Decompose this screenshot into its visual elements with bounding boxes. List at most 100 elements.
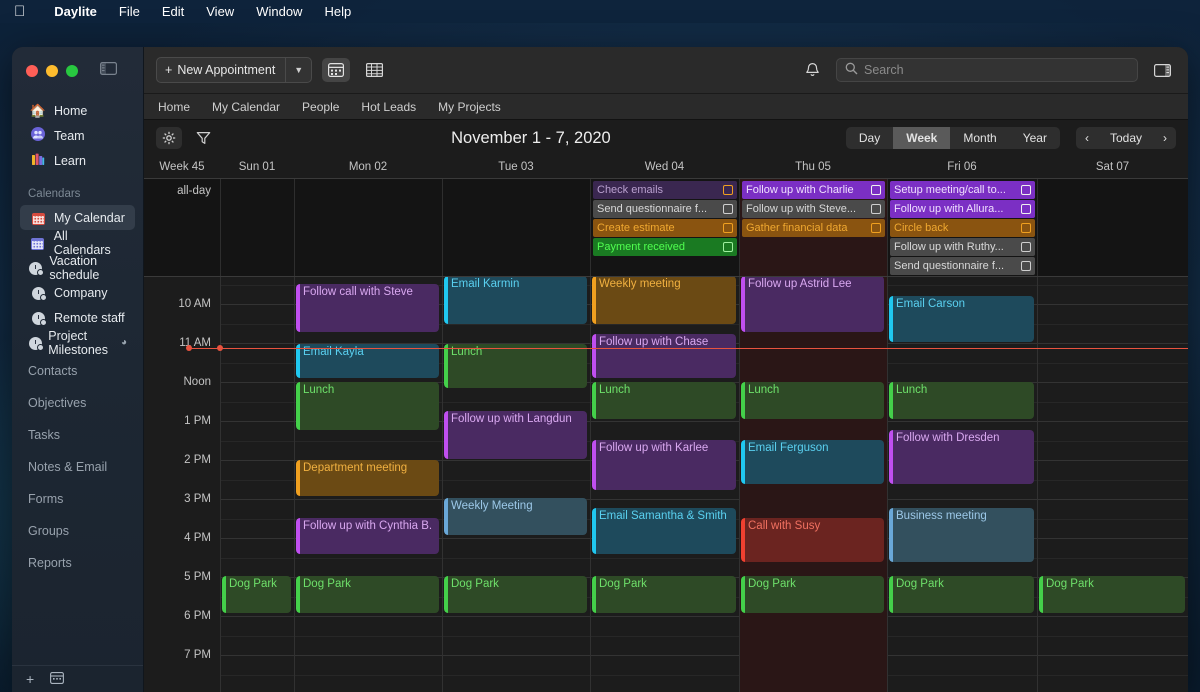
- event-checkbox[interactable]: [1021, 185, 1031, 195]
- calendar-event[interactable]: Call with Susy: [741, 518, 884, 562]
- all-day-event[interactable]: Create estimate: [593, 219, 737, 237]
- all-day-event[interactable]: Send questionnaire f...: [593, 200, 737, 218]
- day-column-sat-07[interactable]: [1037, 277, 1188, 692]
- event-checkbox[interactable]: [723, 242, 733, 252]
- all-day-column-sat-07[interactable]: [1037, 179, 1188, 276]
- calendar-event[interactable]: Email Karmin: [444, 277, 587, 324]
- sidebar-item-my-calendar[interactable]: My Calendar: [20, 205, 135, 230]
- sidebar-item-forms[interactable]: Forms: [12, 483, 143, 515]
- sidebar-item-project-milestones[interactable]: Project Milestones ◕: [20, 329, 135, 357]
- chevron-left-icon[interactable]: ‹: [1076, 127, 1098, 149]
- day-column-sun-01[interactable]: [220, 277, 294, 692]
- sidebar-item-company[interactable]: Company: [20, 280, 135, 305]
- filter-icon[interactable]: [190, 127, 216, 149]
- gear-icon[interactable]: [156, 127, 182, 149]
- today-button[interactable]: Today: [1098, 127, 1154, 149]
- event-checkbox[interactable]: [723, 204, 733, 214]
- calendar-event[interactable]: Follow up with Cynthia B.: [296, 518, 439, 554]
- tab-people[interactable]: People: [291, 100, 350, 114]
- calendar-event[interactable]: Department meeting: [296, 460, 439, 496]
- calendar-event[interactable]: Dog Park: [889, 576, 1034, 613]
- maximize-button[interactable]: [66, 64, 78, 77]
- calendar-event[interactable]: Lunch: [296, 382, 439, 430]
- grid-view-icon[interactable]: [360, 58, 388, 82]
- sidebar-item-tasks[interactable]: Tasks: [12, 419, 143, 451]
- new-appointment-button[interactable]: + New Appointment ▼: [156, 57, 313, 83]
- chevron-right-icon[interactable]: ›: [1154, 127, 1176, 149]
- event-checkbox[interactable]: [1021, 242, 1031, 252]
- all-day-event[interactable]: Follow up with Steve...: [742, 200, 885, 218]
- calendar-event[interactable]: Dog Park: [444, 576, 587, 613]
- calendar-event[interactable]: Weekly meeting: [592, 277, 736, 324]
- tab-home[interactable]: Home: [158, 100, 201, 114]
- all-day-column-fri-06[interactable]: Setup meeting/call to... Follow up with A…: [887, 179, 1037, 276]
- all-day-event[interactable]: Payment received: [593, 238, 737, 256]
- view-week[interactable]: Week: [893, 127, 951, 149]
- tab-my-calendar[interactable]: My Calendar: [201, 100, 291, 114]
- calendar-event[interactable]: Follow up with Karlee: [592, 440, 736, 490]
- all-day-column-sun-01[interactable]: [220, 179, 294, 276]
- menu-item-edit[interactable]: Edit: [151, 4, 195, 19]
- calendar-event[interactable]: Lunch: [741, 382, 884, 419]
- search-input[interactable]: [864, 63, 1129, 77]
- event-checkbox[interactable]: [1021, 204, 1031, 214]
- apple-logo-icon[interactable]: : [14, 4, 25, 19]
- calendar-event[interactable]: Email Ferguson: [741, 440, 884, 484]
- calendar-event[interactable]: Weekly Meeting: [444, 498, 587, 535]
- sidebar-item-remote-staff[interactable]: Remote staff: [20, 305, 135, 330]
- all-day-event[interactable]: Follow up with Charlie: [742, 181, 885, 199]
- event-checkbox[interactable]: [871, 185, 881, 195]
- all-day-event[interactable]: Check emails: [593, 181, 737, 199]
- sidebar-toggle-icon[interactable]: [100, 61, 118, 80]
- event-checkbox[interactable]: [1021, 261, 1031, 271]
- sidebar-item-vacation-schedule[interactable]: Vacation schedule: [20, 254, 135, 282]
- menu-item-file[interactable]: File: [108, 4, 151, 19]
- sidebar-item-home[interactable]: 🏠 Home: [20, 98, 135, 123]
- sidebar-item-notes-email[interactable]: Notes & Email: [12, 451, 143, 483]
- sidebar-item-team[interactable]: Team: [20, 123, 135, 148]
- day-column-thu-05[interactable]: [739, 277, 887, 692]
- all-day-event[interactable]: Circle back: [890, 219, 1035, 237]
- all-day-event[interactable]: Setup meeting/call to...: [890, 181, 1035, 199]
- right-panel-icon[interactable]: [1148, 58, 1176, 82]
- calendar-event[interactable]: Follow with Dresden: [889, 430, 1034, 484]
- tab-my-projects[interactable]: My Projects: [427, 100, 512, 114]
- all-day-column-mon-02[interactable]: [294, 179, 442, 276]
- all-day-column-thu-05[interactable]: Follow up with Charlie Follow up with Ste…: [739, 179, 887, 276]
- close-button[interactable]: [26, 64, 38, 77]
- all-day-event[interactable]: Send questionnaire f...: [890, 257, 1035, 275]
- sidebar-item-objectives[interactable]: Objectives: [12, 387, 143, 419]
- event-checkbox[interactable]: [871, 223, 881, 233]
- calendar-event[interactable]: Dog Park: [741, 576, 884, 613]
- calendar-event[interactable]: Follow up with Langdun: [444, 411, 587, 459]
- view-day[interactable]: Day: [846, 127, 893, 149]
- view-month[interactable]: Month: [950, 127, 1009, 149]
- all-day-column-wed-04[interactable]: Check emails Send questionnaire f... Creat…: [590, 179, 739, 276]
- all-day-column-tue-03[interactable]: [442, 179, 590, 276]
- calendar-event[interactable]: Follow up Astrid Lee: [741, 277, 884, 332]
- all-day-event[interactable]: Gather financial data: [742, 219, 885, 237]
- all-day-event[interactable]: Follow up with Ruthy...: [890, 238, 1035, 256]
- calendar-event[interactable]: Email Samantha & Smith: [592, 508, 736, 554]
- calendar-event[interactable]: Dog Park: [296, 576, 439, 613]
- sidebar-item-contacts[interactable]: Contacts: [12, 355, 143, 387]
- calendar-event[interactable]: Lunch: [444, 344, 587, 388]
- menu-item-daylite[interactable]: Daylite: [43, 4, 108, 19]
- calendar-day-view-icon[interactable]: [322, 58, 351, 82]
- bell-icon[interactable]: [798, 58, 826, 82]
- calendar-event[interactable]: Email Kayla: [296, 344, 439, 378]
- calendar-event[interactable]: Lunch: [592, 382, 736, 419]
- menu-item-view[interactable]: View: [195, 4, 245, 19]
- sidebar-item-reports[interactable]: Reports: [12, 547, 143, 579]
- calendar-event[interactable]: Dog Park: [1039, 576, 1185, 613]
- chevron-down-icon[interactable]: ▼: [286, 65, 311, 75]
- minimize-button[interactable]: [46, 64, 58, 77]
- calendar-small-icon[interactable]: [50, 671, 65, 687]
- day-column-tue-03[interactable]: [442, 277, 590, 692]
- calendar-event[interactable]: Dog Park: [592, 576, 736, 613]
- event-checkbox[interactable]: [1021, 223, 1031, 233]
- plus-icon[interactable]: +: [26, 671, 34, 687]
- view-year[interactable]: Year: [1010, 127, 1060, 149]
- calendar-event[interactable]: Dog Park: [222, 576, 291, 613]
- menu-item-help[interactable]: Help: [313, 4, 362, 19]
